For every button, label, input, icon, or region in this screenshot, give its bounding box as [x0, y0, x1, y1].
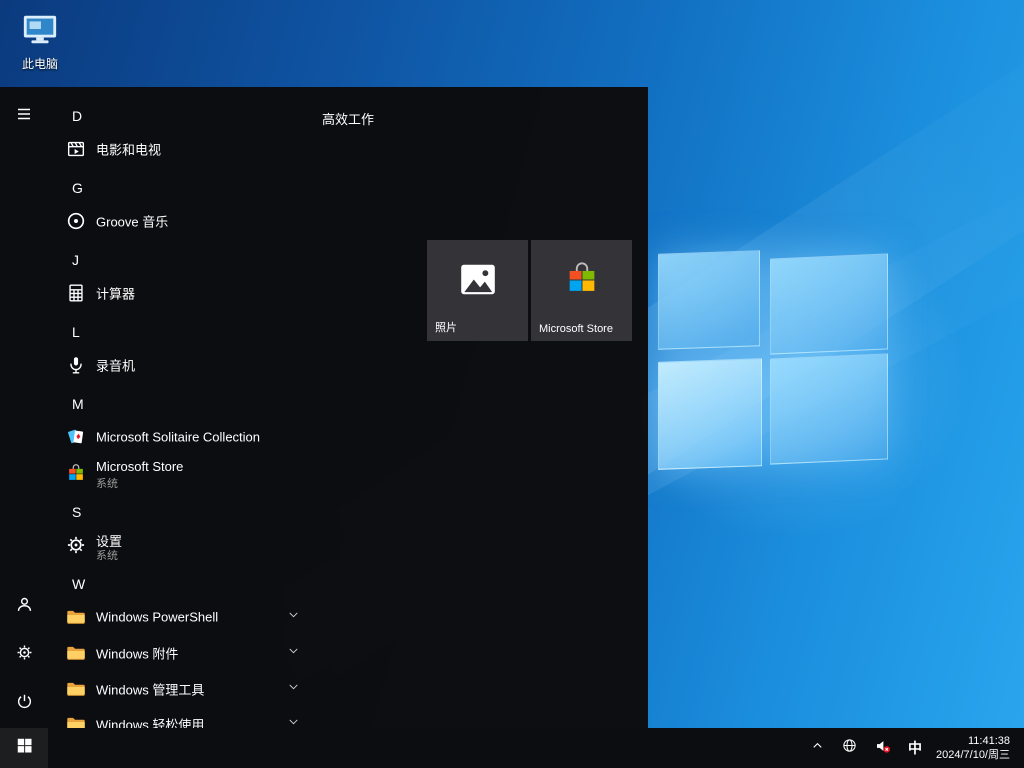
tile-group-label[interactable]: 高效工作 — [322, 109, 374, 128]
power-icon — [15, 692, 34, 716]
taskbar: 中 11:41:38 2024/7/10/周三 — [0, 728, 1024, 768]
app-label: Windows 管理工具 — [96, 680, 204, 699]
app-label: Windows 附件 — [96, 644, 178, 663]
app-sublabel: 系统 — [96, 475, 118, 491]
chevron-down-icon[interactable] — [286, 679, 301, 699]
groove-music-icon — [64, 209, 88, 233]
app-item-voice-recorder[interactable]: 录音机 — [48, 347, 420, 383]
folder-icon — [64, 677, 88, 701]
this-pc-label: 此电脑 — [8, 55, 72, 72]
app-label: 计算器 — [96, 284, 135, 303]
tile-label: Microsoft Store — [539, 323, 613, 335]
volume-button[interactable] — [872, 728, 894, 768]
app-label: Microsoft Solitaire Collection — [96, 430, 260, 445]
folder-item-windows-ease-of-access[interactable]: Windows 轻松使用 — [48, 706, 420, 728]
calculator-icon — [64, 281, 88, 305]
expand-menu-button[interactable] — [0, 94, 48, 138]
desktop-icon-this-pc[interactable]: 此电脑 — [8, 10, 72, 72]
tray-overflow-button[interactable] — [808, 728, 827, 768]
windows-logo-pane — [770, 353, 888, 464]
store-icon — [563, 261, 601, 304]
store-icon — [64, 461, 88, 485]
section-header-j[interactable]: J — [48, 242, 420, 278]
gear-icon — [15, 643, 34, 667]
section-header-w[interactable]: W — [48, 566, 420, 602]
start-button[interactable] — [0, 728, 48, 768]
solitaire-icon — [64, 425, 88, 449]
app-item-solitaire[interactable]: Microsoft Solitaire Collection — [48, 419, 420, 455]
section-header-g[interactable]: G — [48, 170, 420, 206]
app-label: Windows 轻松使用 — [96, 715, 204, 729]
movies-tv-icon — [64, 137, 88, 161]
folder-icon — [64, 641, 88, 665]
clock-date: 2024/7/10/周三 — [936, 748, 1010, 762]
voice-recorder-icon — [64, 353, 88, 377]
windows-logo-pane — [658, 358, 762, 470]
folder-icon — [64, 605, 88, 629]
section-letter: J — [72, 252, 79, 268]
app-label: Windows PowerShell — [96, 610, 218, 625]
chevron-up-icon — [810, 738, 825, 758]
desktop: 此电脑 — [0, 0, 1024, 768]
app-item-settings[interactable]: 设置 系统 — [48, 525, 420, 565]
section-letter: S — [72, 504, 81, 520]
user-icon — [15, 595, 34, 619]
clock-time: 11:41:38 — [936, 734, 1010, 748]
folder-item-windows-admin-tools[interactable]: Windows 管理工具 — [48, 671, 420, 707]
app-list: D 电影和电视 G — [48, 87, 420, 728]
start-menu: D 电影和电视 G — [0, 87, 648, 728]
app-item-movies-tv[interactable]: 电影和电视 — [48, 131, 420, 167]
app-label: 电影和电视 — [96, 140, 161, 159]
tile-grid: 照片 Microsoft Store — [427, 240, 632, 341]
tile-photos[interactable]: 照片 — [427, 240, 528, 341]
section-letter: G — [72, 180, 83, 196]
tile-microsoft-store[interactable]: Microsoft Store — [531, 240, 632, 341]
taskbar-clock[interactable]: 11:41:38 2024/7/10/周三 — [936, 734, 1014, 762]
power-button[interactable] — [0, 682, 48, 726]
start-menu-rail — [0, 87, 48, 728]
hamburger-icon — [15, 105, 33, 128]
windows-logo-pane — [770, 253, 888, 354]
windows-logo-icon — [16, 737, 33, 759]
section-header-l[interactable]: L — [48, 314, 420, 350]
section-header-m[interactable]: M — [48, 386, 420, 422]
volume-muted-icon — [874, 737, 892, 760]
network-button[interactable] — [839, 728, 860, 768]
folder-icon — [64, 712, 88, 728]
chevron-down-icon[interactable] — [286, 714, 301, 728]
photos-icon — [457, 259, 499, 306]
folder-item-windows-accessories[interactable]: Windows 附件 — [48, 635, 420, 671]
app-label: 录音机 — [96, 356, 135, 375]
tile-label: 照片 — [435, 319, 457, 335]
folder-item-windows-powershell[interactable]: Windows PowerShell — [48, 599, 420, 635]
windows-logo-pane — [658, 250, 760, 350]
section-letter: M — [72, 396, 84, 412]
settings-button[interactable] — [0, 633, 48, 677]
app-item-groove-music[interactable]: Groove 音乐 — [48, 203, 420, 239]
section-letter: D — [72, 108, 82, 124]
app-item-calculator[interactable]: 计算器 — [48, 275, 420, 311]
user-account-button[interactable] — [0, 585, 48, 629]
windows-logo-wallpaper — [648, 240, 908, 480]
ime-indicator[interactable]: 中 — [906, 728, 924, 768]
chevron-down-icon[interactable] — [286, 607, 301, 627]
network-globe-icon — [841, 737, 858, 759]
section-letter: L — [72, 324, 80, 340]
app-label: Microsoft Store — [96, 459, 183, 474]
chevron-down-icon[interactable] — [286, 643, 301, 663]
system-tray: 中 11:41:38 2024/7/10/周三 — [808, 728, 1014, 768]
this-pc-icon — [21, 35, 59, 52]
app-sublabel: 系统 — [96, 547, 118, 563]
app-label: Groove 音乐 — [96, 212, 168, 231]
settings-gear-icon — [64, 533, 88, 557]
app-item-microsoft-store[interactable]: Microsoft Store 系统 — [48, 453, 420, 493]
section-letter: W — [72, 576, 85, 592]
